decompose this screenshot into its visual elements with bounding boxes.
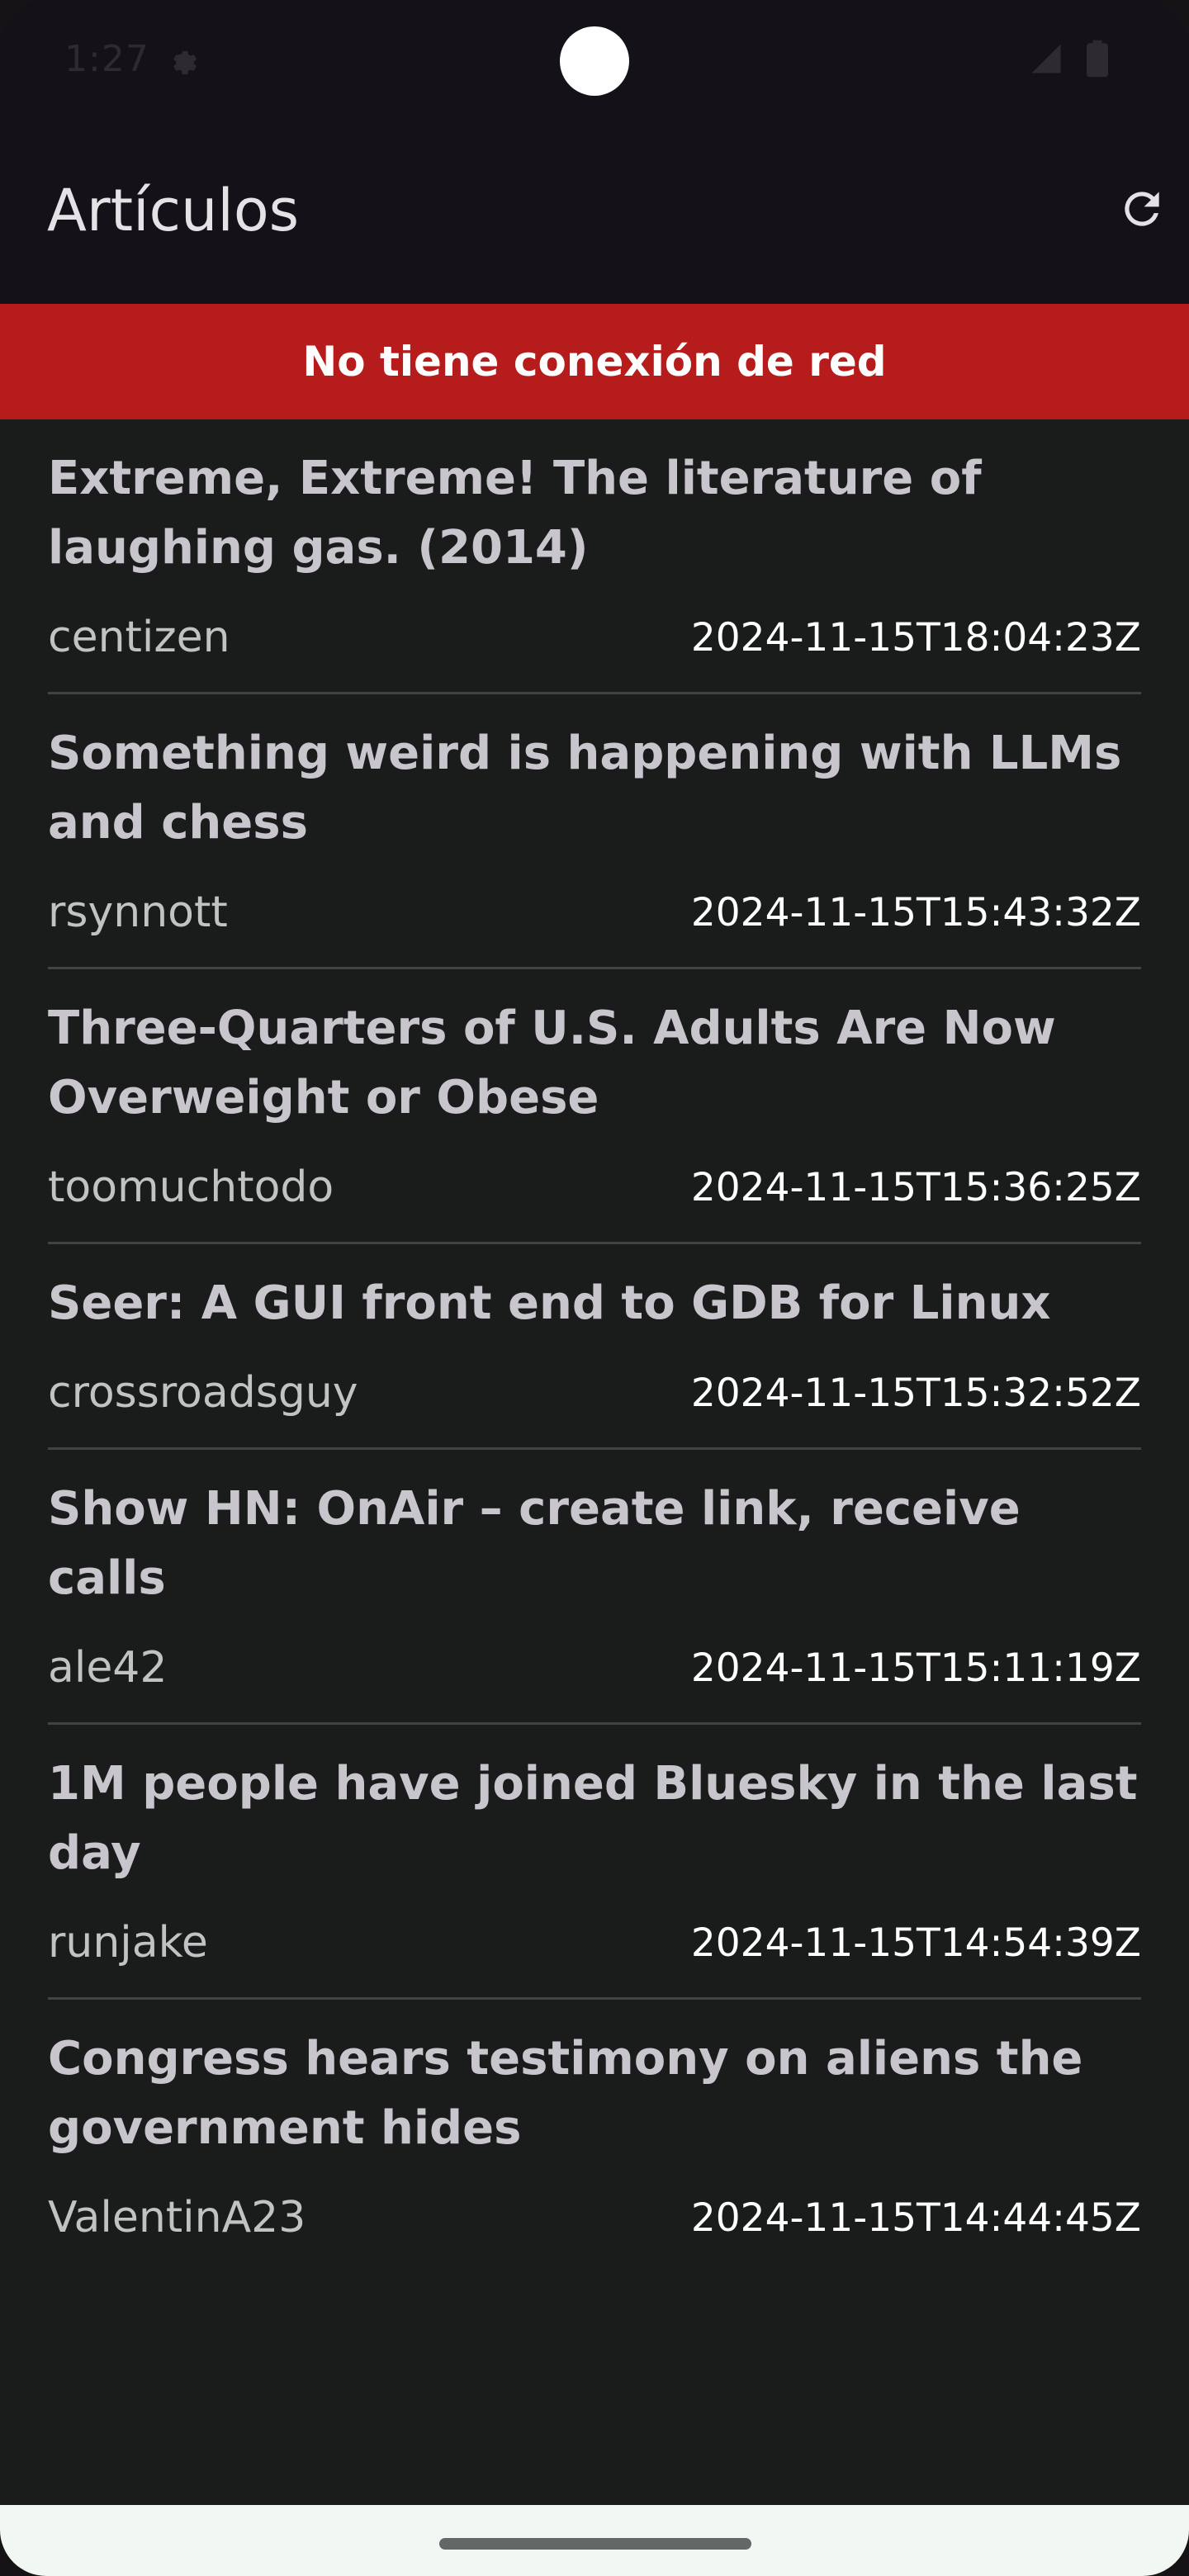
page-title: Artículos [47, 177, 300, 244]
app-bar: Artículos [0, 124, 1189, 304]
article-title: Something weird is happening with LLMs a… [48, 727, 1122, 850]
article-author: toomuchtodo [48, 1163, 334, 1212]
home-gesture-handle[interactable] [439, 2538, 751, 2550]
refresh-icon [1125, 192, 1159, 226]
refresh-button[interactable] [1115, 182, 1169, 236]
article-author: ale42 [48, 1643, 168, 1693]
article-meta: crossroadsguy 2024-11-15T15:32:52Z [48, 1366, 1141, 1419]
article-author: centizen [48, 613, 230, 662]
battery-icon [1087, 40, 1108, 78]
article-author: ValentinA23 [48, 2193, 306, 2242]
signal-icon [1031, 44, 1061, 73]
article-date: 2024-11-15T18:04:23Z [690, 614, 1141, 661]
article-date: 2024-11-15T14:44:45Z [690, 2195, 1141, 2241]
article-title: Show HN: OnAir – create link, receive ca… [48, 1482, 1021, 1605]
article-author: crossroadsguy [48, 1368, 358, 1418]
status-time: 1:27 [64, 38, 149, 80]
camera-cutout [560, 26, 629, 96]
article-meta: centizen 2024-11-15T18:04:23Z [48, 611, 1141, 664]
offline-banner-text: No tiene conexión de red [302, 338, 887, 386]
article-title: Seer: A GUI front end to GDB for Linux [48, 1276, 1051, 1330]
list-item[interactable]: Seer: A GUI front end to GDB for Linux c… [48, 1244, 1141, 1450]
status-bar: 1:27 [0, 0, 1189, 124]
list-item[interactable]: 1M people have joined Bluesky in the las… [48, 1725, 1141, 2000]
navigation-bar [0, 2505, 1189, 2576]
article-meta: runjake 2024-11-15T14:54:39Z [48, 1916, 1141, 1969]
articles-list: Extreme, Extreme! The literature of laug… [0, 419, 1189, 2272]
list-item[interactable]: Extreme, Extreme! The literature of laug… [48, 419, 1141, 694]
article-meta: ale42 2024-11-15T15:11:19Z [48, 1641, 1141, 1694]
list-item[interactable]: Congress hears testimony on aliens the g… [48, 2000, 1141, 2272]
article-author: rsynnott [48, 888, 228, 937]
list-item[interactable]: Something weird is happening with LLMs a… [48, 694, 1141, 969]
article-date: 2024-11-15T15:43:32Z [690, 889, 1141, 935]
phone-screen: 1:27 Artículos No tiene conexión de red … [0, 0, 1189, 2576]
article-title: Three-Quarters of U.S. Adults Are Now Ov… [48, 1002, 1056, 1125]
article-author: runjake [48, 1918, 208, 1968]
article-meta: ValentinA23 2024-11-15T14:44:45Z [48, 2191, 1141, 2244]
article-title: Extreme, Extreme! The literature of laug… [48, 452, 982, 575]
article-title: 1M people have joined Bluesky in the las… [48, 1757, 1138, 1880]
offline-banner: No tiene conexión de red [0, 304, 1189, 419]
list-item[interactable]: Three-Quarters of U.S. Adults Are Now Ov… [48, 969, 1141, 1244]
article-title: Congress hears testimony on aliens the g… [48, 2032, 1083, 2155]
article-date: 2024-11-15T15:36:25Z [690, 1164, 1141, 1210]
article-meta: rsynnott 2024-11-15T15:43:32Z [48, 886, 1141, 939]
article-date: 2024-11-15T15:32:52Z [690, 1370, 1141, 1416]
article-meta: toomuchtodo 2024-11-15T15:36:25Z [48, 1161, 1141, 1214]
article-date: 2024-11-15T15:11:19Z [690, 1645, 1141, 1691]
gear-icon [173, 51, 197, 74]
article-date: 2024-11-15T14:54:39Z [690, 1920, 1141, 1966]
list-item[interactable]: Show HN: OnAir – create link, receive ca… [48, 1450, 1141, 1725]
